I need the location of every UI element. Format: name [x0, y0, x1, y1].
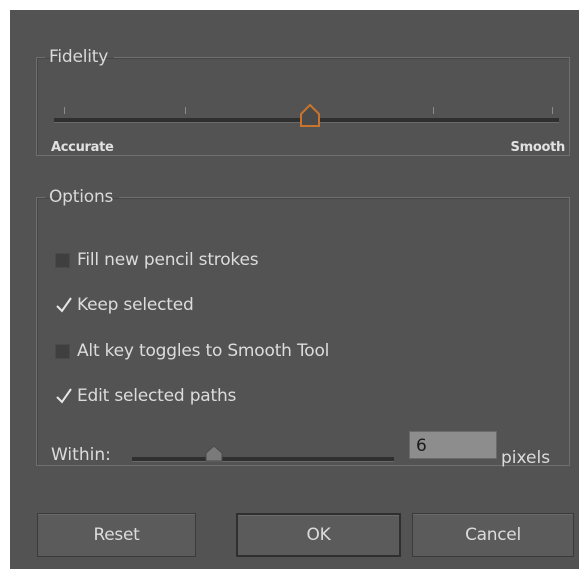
checkmark-icon [56, 387, 72, 404]
options-legend: Options [49, 187, 114, 207]
fidelity-tick [552, 107, 553, 114]
fidelity-max-label: Smooth [510, 140, 566, 155]
within-pixels-input[interactable] [409, 431, 497, 459]
fidelity-legend: Fidelity [49, 47, 109, 67]
checkmark-icon [56, 296, 72, 313]
alt-key-toggles-option[interactable]: Alt key toggles to Smooth Tool [55, 341, 329, 361]
within-slider-thumb[interactable] [204, 445, 224, 463]
cancel-button[interactable]: Cancel [412, 513, 574, 557]
within-label: Within: [51, 445, 111, 465]
options-group: Options Fill new pencil strokes Keep sel… [36, 187, 570, 468]
fidelity-slider-thumb[interactable] [299, 103, 321, 129]
keep-selected-option[interactable]: Keep selected [55, 295, 194, 315]
fidelity-tick [185, 107, 186, 114]
ok-button[interactable]: OK [236, 513, 401, 557]
fill-new-pencil-strokes-checkbox[interactable] [55, 252, 70, 268]
reset-button[interactable]: Reset [37, 513, 196, 557]
within-slider-track[interactable] [132, 457, 394, 462]
pencil-tool-options-dialog: Fidelity Accurate Smooth Options Fill ne… [10, 10, 579, 569]
alt-key-toggles-label: Alt key toggles to Smooth Tool [77, 341, 330, 361]
fidelity-tick [64, 107, 65, 114]
alt-key-toggles-checkbox[interactable] [55, 343, 70, 359]
edit-selected-paths-option[interactable]: Edit selected paths [55, 386, 236, 406]
keep-selected-checkbox[interactable] [55, 296, 72, 313]
fidelity-group: Fidelity Accurate Smooth [36, 47, 570, 156]
fidelity-tick [433, 107, 434, 114]
fill-new-pencil-strokes-label: Fill new pencil strokes [77, 250, 259, 270]
edit-selected-paths-label: Edit selected paths [77, 386, 237, 406]
fidelity-min-label: Accurate [51, 140, 114, 155]
edit-selected-paths-checkbox[interactable] [55, 387, 72, 404]
keep-selected-label: Keep selected [77, 295, 194, 315]
pixels-unit-label: pixels [501, 448, 551, 468]
fill-new-pencil-strokes-option[interactable]: Fill new pencil strokes [55, 250, 259, 270]
